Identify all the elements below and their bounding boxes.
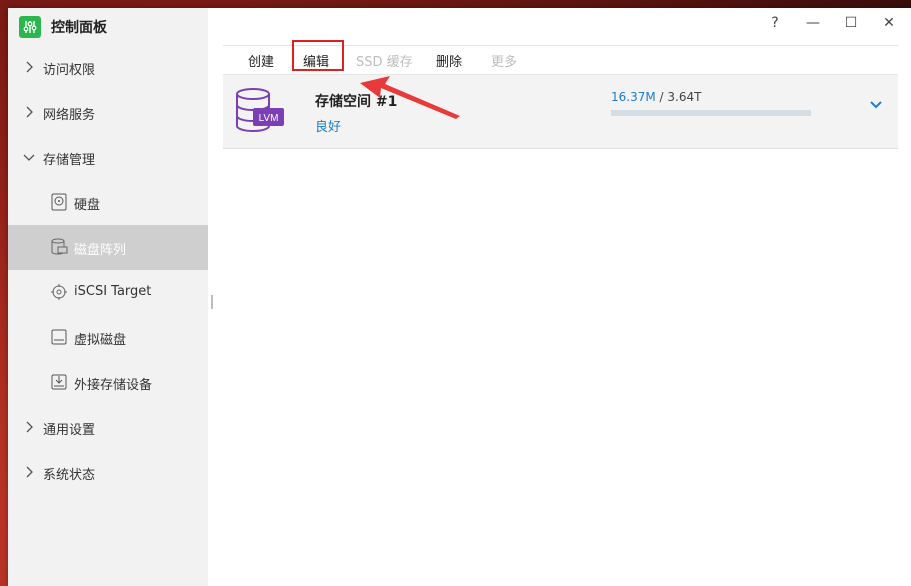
- minimize-button[interactable]: —: [802, 12, 824, 34]
- chevron-down-icon[interactable]: [868, 97, 884, 113]
- sidebar-item-raid-array[interactable]: 磁盘阵列: [8, 225, 208, 270]
- help-button[interactable]: ?: [764, 12, 786, 34]
- sidebar-item-external-storage[interactable]: 外接存储设备: [8, 360, 208, 405]
- usage-used: 16.37M: [611, 90, 656, 104]
- usage-total: 3.64T: [667, 90, 702, 104]
- edit-highlight-box: [292, 40, 344, 71]
- title-bar: ? — ☐ ✕: [208, 8, 911, 36]
- more-button[interactable]: 更多: [491, 51, 517, 70]
- sidebar-item-label: 系统状态: [43, 468, 96, 483]
- chevron-right-icon: [26, 466, 33, 478]
- chevron-right-icon: [26, 106, 33, 118]
- close-button[interactable]: ✕: [878, 12, 900, 34]
- sidebar-item-label: 磁盘阵列: [74, 243, 127, 258]
- maximize-button[interactable]: ☐: [840, 12, 862, 34]
- control-panel-window: 控制面板 访问权限 网络服务 存储管理 硬盘 磁盘阵列 iSCSI Target: [8, 8, 911, 586]
- sidebar: 控制面板 访问权限 网络服务 存储管理 硬盘 磁盘阵列 iSCSI Target: [8, 8, 208, 586]
- sidebar-item-label: iSCSI Target: [74, 284, 152, 299]
- lvm-storage-icon: LVM: [236, 88, 284, 132]
- app-header: 控制面板: [8, 8, 208, 48]
- sidebar-item-network-services[interactable]: 网络服务: [8, 90, 208, 135]
- sidebar-item-label: 存储管理: [43, 153, 96, 168]
- sidebar-item-general-settings[interactable]: 通用设置: [8, 405, 208, 450]
- app-title: 控制面板: [51, 20, 107, 36]
- ssd-cache-button[interactable]: SSD 缓存: [356, 51, 413, 70]
- sidebar-item-label: 硬盘: [74, 198, 101, 213]
- sidebar-item-hard-disk[interactable]: 硬盘: [8, 180, 208, 225]
- delete-button[interactable]: 删除: [436, 51, 462, 70]
- sidebar-item-label: 访问权限: [43, 63, 96, 78]
- sidebar-item-virtual-disk[interactable]: 虚拟磁盘: [8, 315, 208, 360]
- create-button[interactable]: 创建: [248, 51, 274, 70]
- storage-pool-name: 存储空间 #1: [315, 94, 398, 110]
- control-panel-sliders-icon: [19, 16, 41, 38]
- usage-progress-bar: [611, 110, 811, 116]
- sidebar-item-label: 虚拟磁盘: [74, 333, 127, 348]
- sidebar-item-iscsi-target[interactable]: iSCSI Target: [8, 270, 208, 315]
- raid-array-icon: [51, 238, 68, 255]
- chevron-right-icon: [26, 61, 33, 73]
- lvm-icon-label: LVM: [259, 113, 279, 124]
- iscsi-icon: [51, 284, 67, 300]
- hard-disk-icon: [51, 193, 67, 211]
- sidebar-item-label: 外接存储设备: [74, 378, 153, 393]
- external-storage-icon: [51, 374, 67, 390]
- storage-pool-status: 良好: [315, 120, 342, 135]
- sidebar-item-storage-management[interactable]: 存储管理: [8, 135, 208, 180]
- storage-pool-row[interactable]: LVM 存储空间 #1 良好 16.37M / 3.64T: [223, 74, 898, 149]
- virtual-disk-icon: [51, 329, 67, 345]
- usage-separator: /: [655, 90, 668, 104]
- sidebar-item-access-rights[interactable]: 访问权限: [8, 45, 208, 90]
- chevron-right-icon: [26, 421, 33, 433]
- sidebar-item-label: 通用设置: [43, 423, 96, 438]
- usage-text: 16.37M / 3.64T: [611, 90, 701, 104]
- sidebar-resize-handle[interactable]: [211, 295, 213, 309]
- sidebar-item-label: 网络服务: [43, 108, 96, 123]
- sidebar-item-system-status[interactable]: 系统状态: [8, 450, 208, 495]
- chevron-down-icon: [23, 154, 35, 161]
